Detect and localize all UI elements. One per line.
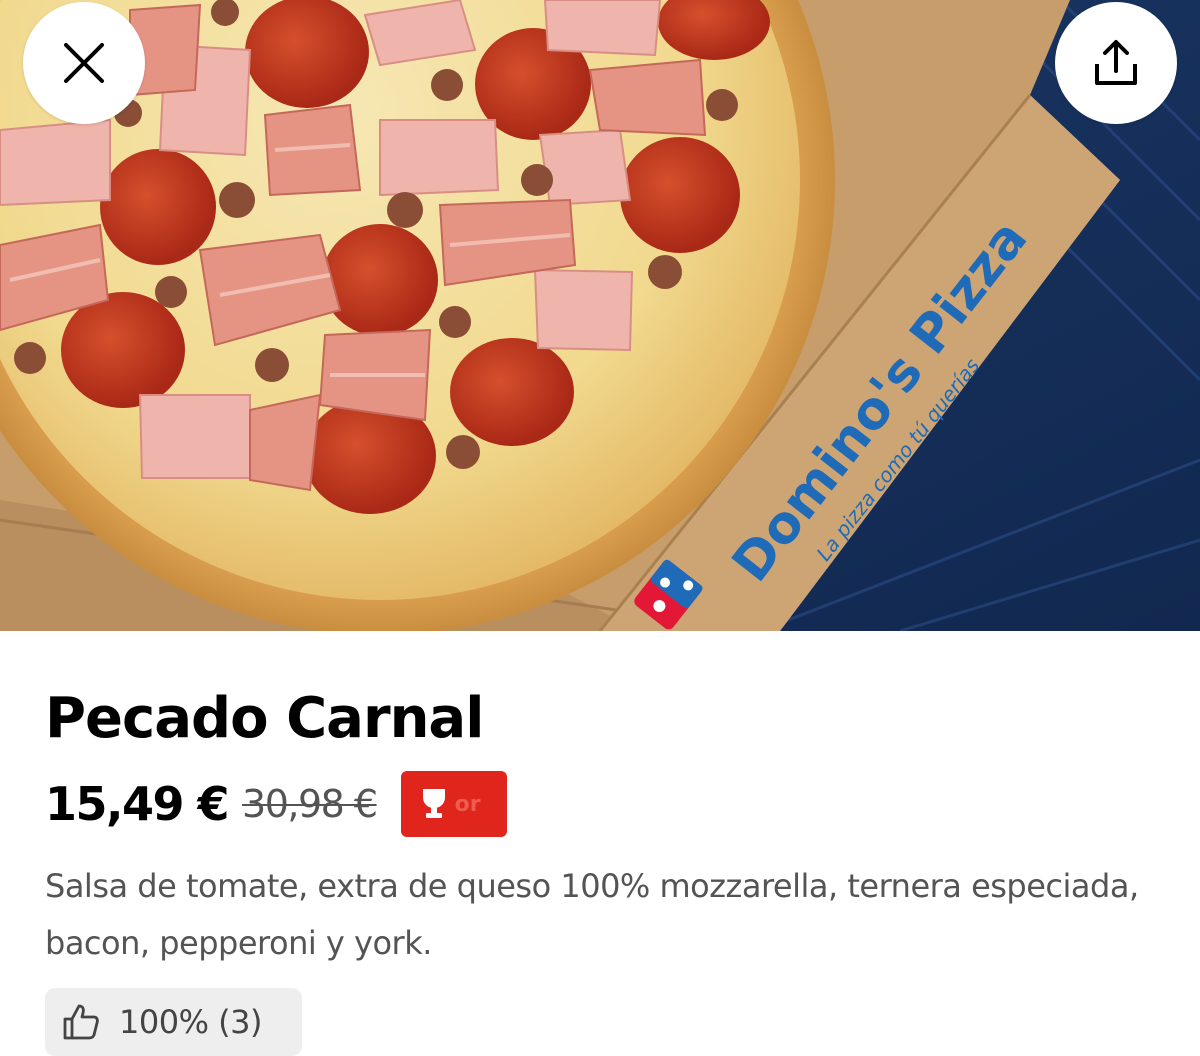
product-description: Salsa de tomate, extra de queso 100% moz… [45,867,1139,962]
share-button[interactable] [1055,2,1177,124]
rating-chip: 100% (3) [45,988,302,1056]
share-icon [1095,40,1137,85]
product-title: Pecado Carnal [45,686,484,751]
thumbs-up-icon [63,1004,99,1040]
price-row: 15,49 € 30,98 € or [45,770,507,838]
close-button[interactable] [23,2,145,124]
close-icon [64,43,104,83]
trophy-icon [422,789,445,818]
product-price: 15,49 € [45,777,230,831]
promo-badge-text: or [454,791,481,817]
pizza-photo: Domino's Pizza La pizza como tú querías [0,0,1200,631]
original-price: 30,98 € [242,782,378,826]
rating-text: 100% (3) [119,1003,262,1041]
product-hero-image: Domino's Pizza La pizza como tú querías [0,0,1200,631]
promo-badge: or [400,771,507,837]
